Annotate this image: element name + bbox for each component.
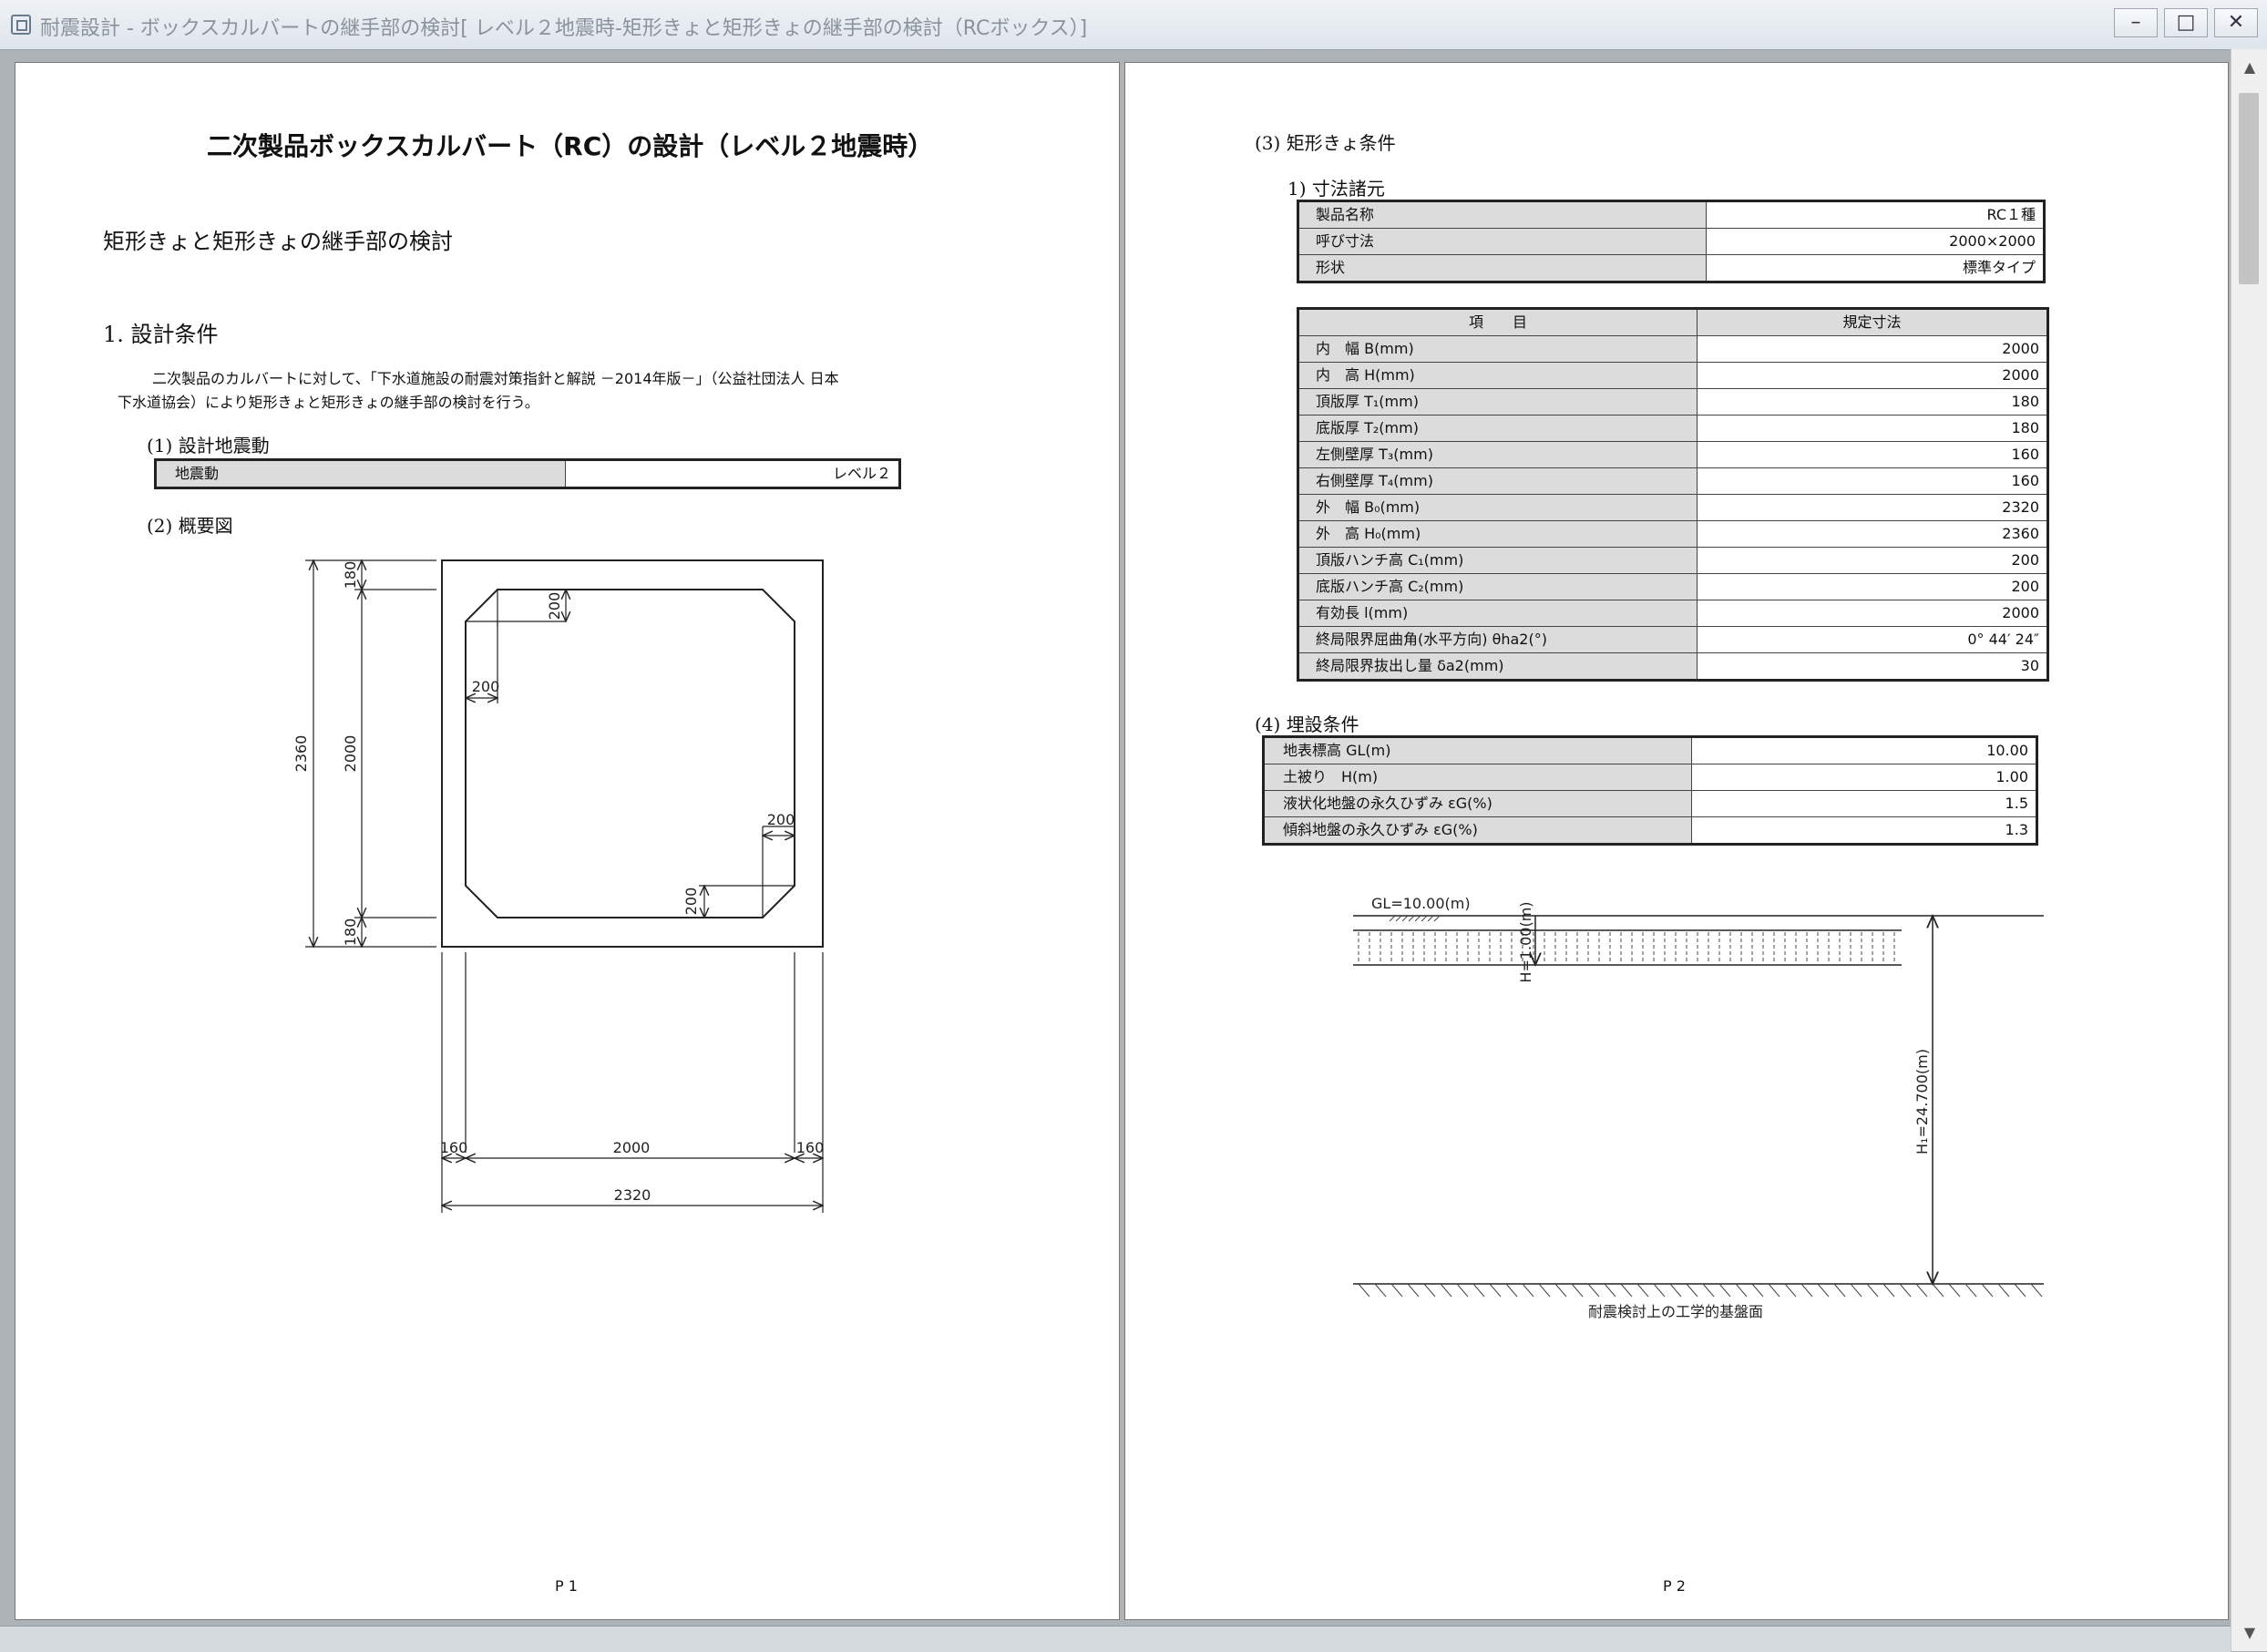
dim-haunch: 200 — [546, 592, 563, 621]
dim-outer-width: 2320 — [614, 1186, 651, 1204]
dim-inner-width: 2000 — [613, 1139, 651, 1156]
dim-left-wall: 160 — [440, 1139, 468, 1156]
dim-inner-height: 2000 — [342, 735, 359, 773]
box-culvert-section-figure: 180 2000 180 2360 200 200 200 200 160 20… — [292, 63, 825, 1213]
dim-outer-height: 2360 — [292, 735, 310, 773]
minimize-button[interactable]: – — [2114, 8, 2158, 37]
dim-top-slab: 180 — [342, 561, 359, 590]
gl-label: GL=10.00(m) — [1371, 895, 1471, 912]
dim-haunch: 200 — [767, 811, 795, 828]
page-2: (3) 矩形きょ条件 1) 寸法諸元 製品名称 RC１種 呼び寸法 2000×2… — [1124, 62, 2229, 1620]
page-number: P 1 — [555, 1577, 578, 1595]
close-button[interactable]: ✕ — [2214, 8, 2258, 37]
app-icon — [11, 15, 31, 35]
dim-haunch: 200 — [472, 678, 500, 695]
scroll-up-arrow-icon[interactable]: ▲ — [2231, 49, 2267, 86]
scrollbar-thumb[interactable] — [2239, 93, 2259, 284]
dim-right-wall: 160 — [796, 1139, 825, 1156]
title-bar: 耐震設計 - ボックスカルバートの継手部の検討[ レベル２地震時-矩形きょと矩形… — [0, 0, 2267, 50]
page-number: P 2 — [1663, 1577, 1686, 1595]
window-title: 耐震設計 - ボックスカルバートの継手部の検討[ レベル２地震時-矩形きょと矩形… — [40, 17, 1088, 40]
status-bar — [0, 1626, 2231, 1652]
engineering-base-label: 耐震検討上の工学的基盤面 — [1588, 1303, 1763, 1320]
cover-depth-label: H=1.00(m) — [1517, 901, 1534, 982]
vertical-scrollbar[interactable]: ▲ ▼ — [2231, 49, 2267, 1651]
maximize-button[interactable]: □ — [2164, 8, 2208, 37]
surface-hatching — [1389, 915, 1441, 922]
dim-haunch: 200 — [682, 888, 700, 916]
inner-outline — [465, 589, 795, 918]
ground-profile-figure: GL=10.00(m) H=1.00(m) H₁=24.700(m) 耐震検討上… — [1353, 895, 2044, 1320]
outer-outline — [441, 559, 824, 948]
base-depth-label: H₁=24.700(m) — [1913, 1049, 1931, 1154]
soil-layer-hatching — [1358, 932, 1895, 963]
dim-bottom-slab: 180 — [342, 918, 359, 947]
page-1: 二次製品ボックスカルバート（RC）の設計（レベル２地震時） 矩形きょと矩形きょの… — [15, 62, 1120, 1620]
base-layer-hatching — [1358, 1283, 2043, 1298]
scroll-down-arrow-icon[interactable]: ▼ — [2231, 1615, 2267, 1651]
